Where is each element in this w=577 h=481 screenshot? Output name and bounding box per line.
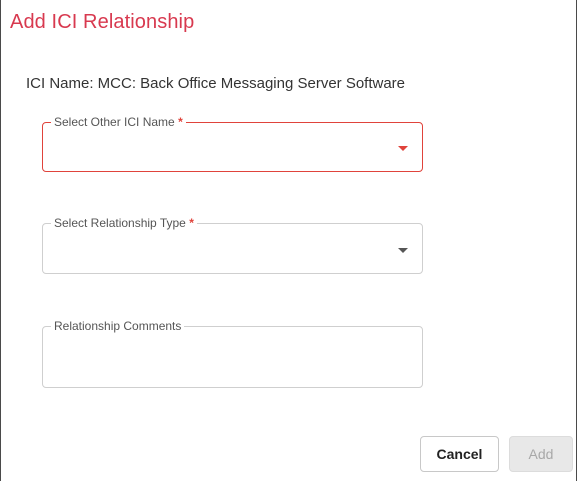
required-marker: * [189,216,194,230]
relationship-comments-label: Relationship Comments [51,319,185,333]
caret-down-icon[interactable] [398,247,408,253]
cancel-button[interactable]: Cancel [420,436,499,472]
relationship-comments-field[interactable]: Relationship Comments [42,319,423,388]
relationship-type-select[interactable]: Select Relationship Type * [42,216,423,274]
caret-down-icon[interactable] [398,146,408,151]
add-ici-relationship-dialog: Add ICI Relationship ICI Name: MCC: Back… [0,0,577,481]
add-button[interactable]: Add [509,436,573,472]
dialog-title: Add ICI Relationship [10,11,195,33]
other-ici-name-label: Select Other ICI Name * [51,115,186,129]
required-marker: * [178,115,183,129]
ici-name-text: ICI Name: MCC: Back Office Messaging Ser… [26,75,406,92]
other-ici-name-select[interactable]: Select Other ICI Name * [42,115,423,172]
relationship-type-label: Select Relationship Type * [51,216,197,230]
